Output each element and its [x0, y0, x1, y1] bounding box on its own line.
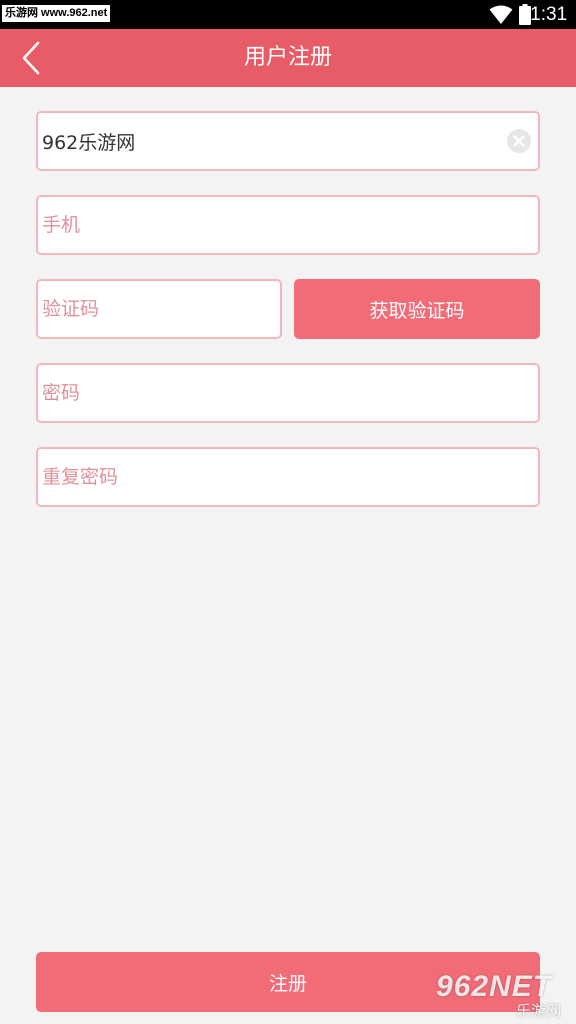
app-bar: 用户注册 [0, 29, 576, 87]
phone-field [36, 195, 540, 255]
confirm-password-field [36, 447, 540, 507]
register-button[interactable]: 注册 [36, 952, 540, 1012]
status-watermark-text: 乐游网 www.962.net [2, 5, 111, 22]
password-input[interactable] [42, 365, 492, 421]
verification-code-input[interactable] [42, 281, 234, 337]
back-button[interactable] [10, 37, 52, 79]
password-field [36, 363, 540, 423]
status-time: 11:31 [521, 4, 568, 25]
phone-input[interactable] [42, 197, 492, 253]
get-code-button[interactable]: 获取验证码 [294, 279, 540, 339]
chevron-left-icon [22, 41, 40, 75]
username-input[interactable] [42, 113, 492, 169]
username-field [36, 111, 540, 171]
confirm-password-input[interactable] [42, 449, 492, 505]
clear-input-icon[interactable] [506, 128, 532, 154]
wifi-icon [489, 5, 513, 24]
status-bar: 乐游网 www.962.net 11:31 [0, 0, 576, 29]
page-title: 用户注册 [243, 45, 332, 70]
verification-code-field [36, 279, 282, 339]
